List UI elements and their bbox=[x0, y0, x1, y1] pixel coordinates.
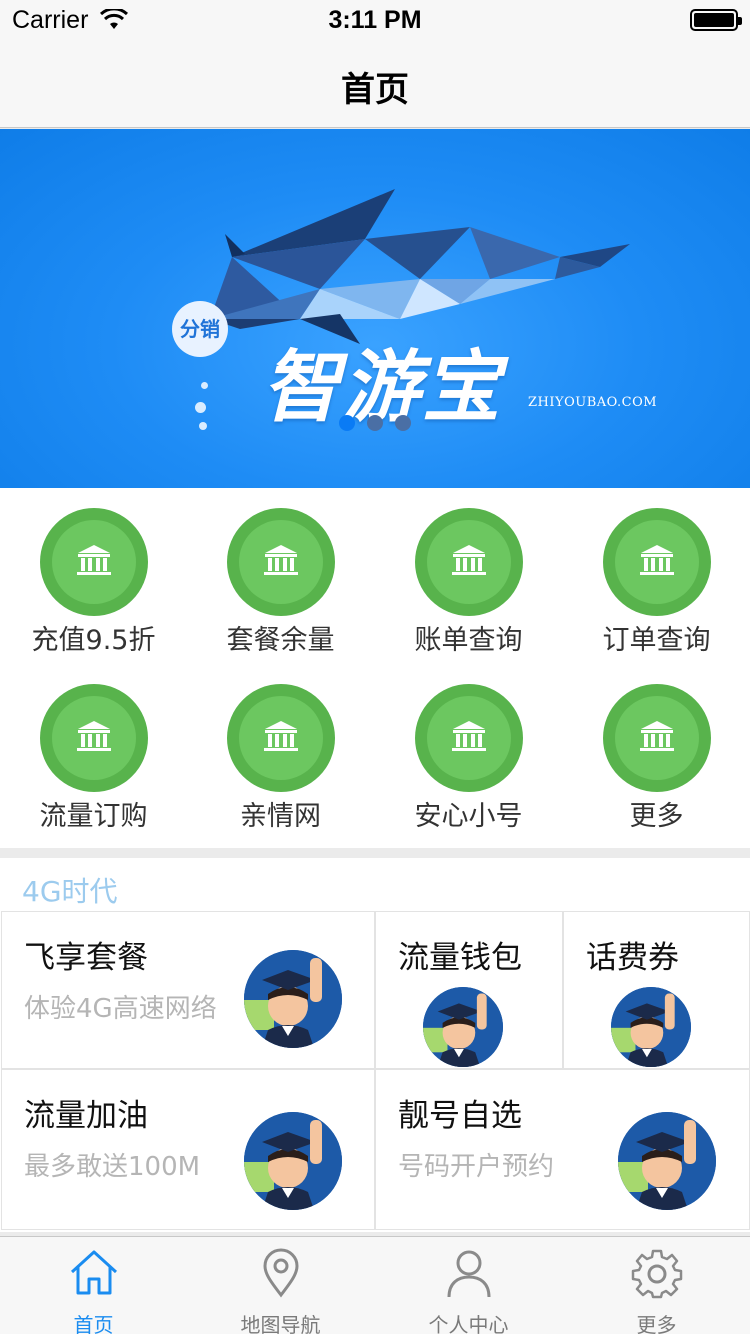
graduate-avatar bbox=[244, 950, 342, 1048]
building-icon bbox=[227, 684, 335, 792]
card-subtitle: 号码开户预约 bbox=[398, 1152, 555, 1182]
banner-url-text: ZHIYOUBAO.COM bbox=[528, 395, 658, 410]
banner-carousel[interactable]: 分销 智游宝 ZHIYOUBAO.COM bbox=[0, 129, 750, 488]
grid-item-more[interactable]: 更多 bbox=[563, 664, 750, 840]
tab-personal-center[interactable]: 个人中心 bbox=[375, 1237, 562, 1334]
tab-map-navigation[interactable]: 地图导航 bbox=[187, 1237, 374, 1334]
tab-label: 更多 bbox=[636, 1313, 677, 1334]
grid-item-label: 账单查询 bbox=[414, 625, 523, 656]
service-grid: 充值9.5折 套餐余量 账单查询 订单查询 流量订购 亲情网 安心小号 更多 bbox=[0, 488, 750, 848]
grid-item-label: 套餐余量 bbox=[226, 625, 335, 656]
grid-item-secure-number[interactable]: 安心小号 bbox=[375, 664, 562, 840]
status-time: 3:11 PM bbox=[328, 6, 422, 34]
tab-label: 首页 bbox=[73, 1313, 114, 1334]
bubble-decoration bbox=[201, 382, 208, 389]
card-title: 话费券 bbox=[586, 940, 679, 976]
grid-item-label: 安心小号 bbox=[414, 801, 523, 832]
card-title: 飞享套餐 bbox=[24, 940, 148, 976]
section-4g: 4G时代 飞享套餐 体验4G高速网络 流量钱包 话费券 流量加油 最多敢送100… bbox=[0, 858, 750, 1232]
bubble-decoration bbox=[195, 402, 206, 413]
building-icon bbox=[40, 508, 148, 616]
navigation-bar: 首页 bbox=[0, 40, 750, 128]
tab-label: 个人中心 bbox=[428, 1313, 509, 1334]
building-icon bbox=[415, 684, 523, 792]
tab-home[interactable]: 首页 bbox=[0, 1237, 187, 1334]
grid-item-data-order[interactable]: 流量订购 bbox=[0, 664, 187, 840]
page-dot[interactable] bbox=[367, 415, 383, 431]
grid-item-label: 更多 bbox=[629, 801, 684, 832]
tab-bar: 首页 地图导航 个人中心 更多 bbox=[0, 1236, 750, 1334]
card-title: 流量加油 bbox=[24, 1098, 148, 1134]
card-subtitle: 体验4G高速网络 bbox=[24, 994, 217, 1024]
page-indicator[interactable] bbox=[0, 415, 750, 433]
page-dot[interactable] bbox=[395, 415, 411, 431]
person-icon bbox=[447, 1250, 491, 1298]
card-subtitle: 最多敢送100M bbox=[24, 1152, 201, 1182]
grid-item-label: 流量订购 bbox=[39, 801, 148, 832]
grid-item-package-balance[interactable]: 套餐余量 bbox=[187, 488, 374, 664]
building-icon bbox=[227, 508, 335, 616]
tab-more[interactable]: 更多 bbox=[563, 1237, 750, 1334]
page-title: 首页 bbox=[341, 70, 409, 110]
location-pin-icon bbox=[263, 1248, 299, 1298]
home-icon bbox=[70, 1250, 118, 1295]
building-icon bbox=[603, 508, 711, 616]
card-vanity-number[interactable]: 靓号自选 号码开户预约 bbox=[375, 1069, 750, 1230]
card-title: 靓号自选 bbox=[398, 1098, 522, 1134]
section-title: 4G时代 bbox=[22, 875, 118, 908]
grid-item-label: 充值9.5折 bbox=[31, 625, 156, 656]
card-feixiang-package[interactable]: 飞享套餐 体验4G高速网络 bbox=[1, 911, 375, 1069]
graduate-avatar bbox=[618, 1112, 716, 1210]
grid-item-bill-query[interactable]: 账单查询 bbox=[375, 488, 562, 664]
building-icon bbox=[40, 684, 148, 792]
grid-item-label: 亲情网 bbox=[240, 801, 321, 832]
building-icon bbox=[603, 684, 711, 792]
gear-icon bbox=[631, 1249, 683, 1299]
card-data-refuel[interactable]: 流量加油 最多敢送100M bbox=[1, 1069, 375, 1230]
card-title: 流量钱包 bbox=[398, 940, 522, 976]
grid-item-order-query[interactable]: 订单查询 bbox=[563, 488, 750, 664]
grid-item-family-network[interactable]: 亲情网 bbox=[187, 664, 374, 840]
status-bar: Carrier 3:11 PM bbox=[0, 0, 750, 40]
distribution-badge: 分销 bbox=[172, 301, 228, 357]
card-phone-voucher[interactable]: 话费券 bbox=[563, 911, 750, 1069]
grid-item-recharge[interactable]: 充值9.5折 bbox=[0, 488, 187, 664]
tab-label: 地图导航 bbox=[240, 1313, 321, 1334]
grid-item-label: 订单查询 bbox=[602, 625, 711, 656]
graduate-avatar bbox=[244, 1112, 342, 1210]
page-dot[interactable] bbox=[339, 415, 355, 431]
battery-icon bbox=[690, 9, 742, 31]
graduate-avatar bbox=[423, 987, 503, 1067]
building-icon bbox=[415, 508, 523, 616]
card-data-wallet[interactable]: 流量钱包 bbox=[375, 911, 563, 1069]
home-screen: Carrier 3:11 PM 首页 分销 智游宝 ZHIYOUBAO.COM … bbox=[0, 0, 750, 1334]
graduate-avatar bbox=[611, 987, 691, 1067]
